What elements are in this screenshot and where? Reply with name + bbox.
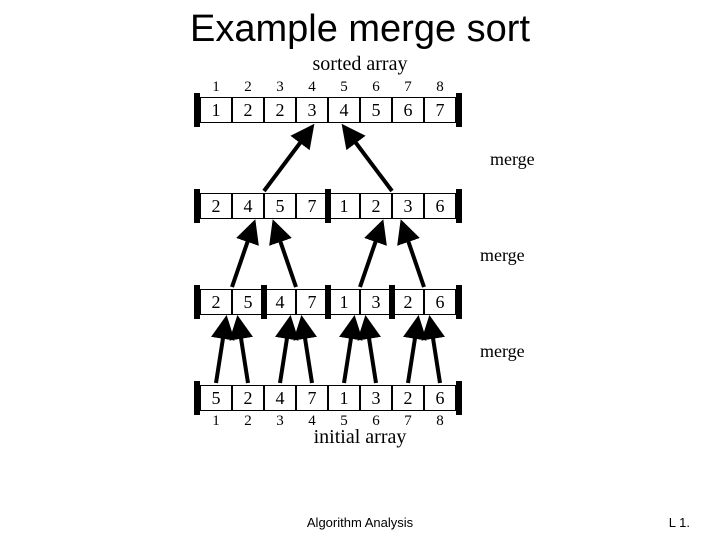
- bar: [194, 285, 200, 319]
- bar: [389, 285, 395, 319]
- sorted-array-label: sorted array: [130, 53, 590, 76]
- bar: [456, 189, 462, 223]
- bar: [325, 285, 331, 319]
- bar: [194, 381, 200, 415]
- top-indices: 1 2 3 4 5 6 7 8: [200, 79, 456, 96]
- bar: [456, 381, 462, 415]
- bar: [194, 189, 200, 223]
- merge-label-2: merge: [480, 245, 525, 266]
- row-initial: 5 2 4 7 1 3 2 6: [200, 385, 456, 411]
- footer-center: Algorithm Analysis: [0, 515, 720, 530]
- bar: [325, 189, 331, 223]
- initial-array-label: initial array: [130, 426, 590, 449]
- bar: [456, 93, 462, 127]
- merge-label-1: merge: [490, 149, 535, 170]
- bar: [194, 93, 200, 127]
- bar: [261, 285, 267, 319]
- slide-title: Example merge sort: [0, 8, 720, 51]
- footer-right: L 1.: [669, 515, 690, 530]
- row-sorted: 1 2 2 3 4 5 6 7: [200, 97, 456, 123]
- bar: [456, 285, 462, 319]
- merge-sort-diagram: sorted array 1 2 3 4 5 6 7 8 1 2 2 3 4 5…: [130, 53, 590, 473]
- merge-label-3: merge: [480, 341, 525, 362]
